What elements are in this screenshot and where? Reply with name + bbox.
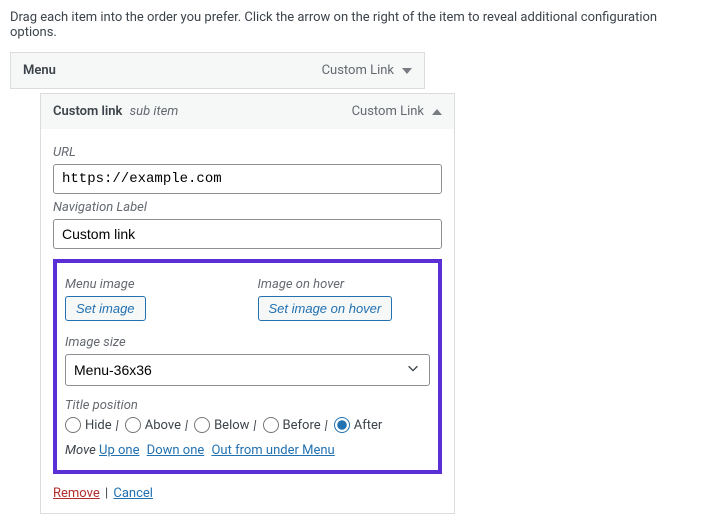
menu-item-type-label: Custom Link bbox=[352, 104, 424, 119]
image-size-label: Image size bbox=[65, 335, 430, 350]
menu-item-title: Custom link bbox=[53, 104, 122, 119]
menu-item-title: Menu bbox=[23, 63, 56, 78]
url-input[interactable] bbox=[53, 164, 442, 194]
set-image-button[interactable]: Set image bbox=[65, 296, 146, 321]
title-position-radio-group: Hide| Above| Below| Before| After bbox=[65, 417, 430, 433]
radio-above[interactable]: Above bbox=[125, 417, 181, 433]
instructions-text: Drag each item into the order you prefer… bbox=[10, 10, 704, 40]
set-image-hover-button[interactable]: Set image on hover bbox=[258, 296, 393, 321]
cancel-link[interactable]: Cancel bbox=[113, 486, 153, 501]
url-label: URL bbox=[53, 145, 442, 160]
move-down-one-link[interactable]: Down one bbox=[147, 443, 205, 458]
move-up-one-link[interactable]: Up one bbox=[99, 443, 139, 458]
image-size-select[interactable]: Menu-36x36 bbox=[65, 354, 430, 386]
image-hover-label: Image on hover bbox=[258, 277, 431, 292]
move-row: Move Up one Down one Out from under Menu bbox=[65, 443, 430, 458]
radio-before[interactable]: Before bbox=[263, 417, 321, 433]
menu-item-settings-panel: URL Navigation Label Menu image Set imag… bbox=[40, 129, 455, 514]
move-label: Move bbox=[65, 443, 96, 458]
radio-hide[interactable]: Hide bbox=[65, 417, 112, 433]
menu-item-top[interactable]: Menu Custom Link bbox=[10, 52, 425, 89]
nav-label-label: Navigation Label bbox=[53, 200, 442, 215]
title-position-label: Title position bbox=[65, 398, 430, 413]
menu-item-type-label: Custom Link bbox=[322, 63, 394, 78]
menu-item-sub[interactable]: Custom link sub item Custom Link bbox=[40, 93, 455, 129]
menu-item-subtitle: sub item bbox=[130, 104, 179, 119]
radio-below[interactable]: Below bbox=[194, 417, 249, 433]
move-out-from-link[interactable]: Out from under Menu bbox=[211, 443, 334, 458]
menu-image-label: Menu image bbox=[65, 277, 238, 292]
chevron-up-icon[interactable] bbox=[432, 109, 442, 115]
radio-after[interactable]: After bbox=[334, 417, 383, 433]
nav-label-input[interactable] bbox=[53, 219, 442, 249]
chevron-down-icon[interactable] bbox=[402, 68, 412, 74]
footer-row: Remove | Cancel bbox=[53, 486, 442, 501]
remove-link[interactable]: Remove bbox=[53, 486, 100, 501]
menu-image-section: Menu image Set image Image on hover Set … bbox=[53, 259, 442, 474]
